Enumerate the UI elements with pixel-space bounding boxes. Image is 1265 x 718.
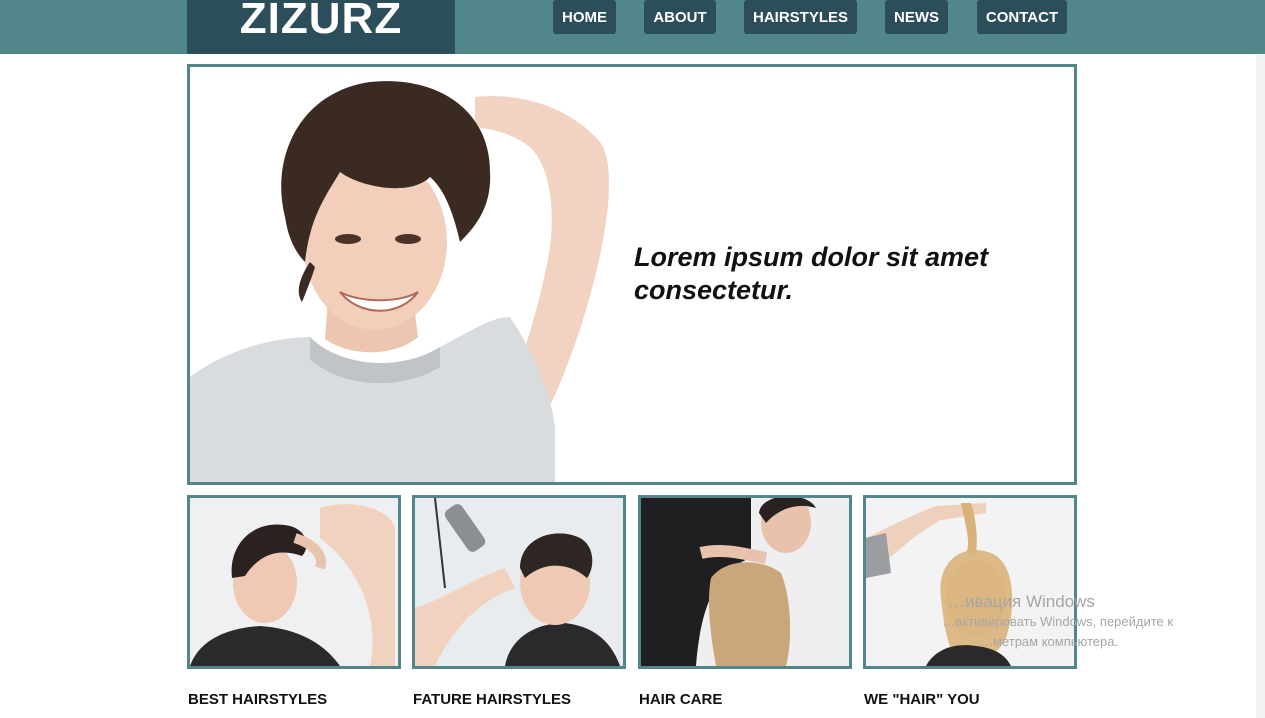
feature-caption-we-hair-you: WE "HAIR" YOU	[864, 691, 980, 708]
nav-contact-button[interactable]: CONTACT	[977, 0, 1067, 34]
feature-image-fature-hairstyles[interactable]	[412, 495, 626, 669]
windows-activation-watermark: …ивация Windows …активировать Windows, п…	[942, 592, 1173, 652]
nav-about-button[interactable]: ABOUT	[644, 0, 716, 34]
man-styling-photo	[190, 498, 398, 666]
watermark-line-3: …метрам компьютера.	[980, 634, 1119, 649]
nav-home-button[interactable]: HOME	[553, 0, 616, 34]
watermark-line-1: …ивация Windows	[948, 592, 1095, 611]
hero-banner: Lorem ipsum dolor sit amet consectetur.	[187, 64, 1077, 485]
nav-hairstyles-button[interactable]: HAIRSTYLES	[744, 0, 857, 34]
hero-woman-image	[190, 81, 610, 482]
hero-headline: Lorem ipsum dolor sit amet consectetur.	[634, 242, 989, 305]
feature-caption-hair-care: HAIR CARE	[639, 691, 723, 708]
logo-text: ZIZURZ	[239, 0, 403, 43]
feature-image-hair-care[interactable]	[638, 495, 852, 669]
watermark-line-2: …активировать Windows, перейдите к	[942, 614, 1174, 629]
feature-image-best-hairstyles[interactable]	[187, 495, 401, 669]
scrollbar-track[interactable]	[1256, 54, 1265, 718]
feature-caption-best-hairstyles: BEST HAIRSTYLES	[188, 691, 328, 708]
logo[interactable]: ZIZURZ	[187, 0, 455, 54]
feature-caption-fature-hairstyles: FATURE HAIRSTYLES	[413, 691, 572, 708]
man-clipper-cut-photo	[415, 498, 623, 666]
nav-news-button[interactable]: NEWS	[885, 0, 948, 34]
hairdresser-cutting-long-hair-photo	[641, 498, 849, 666]
